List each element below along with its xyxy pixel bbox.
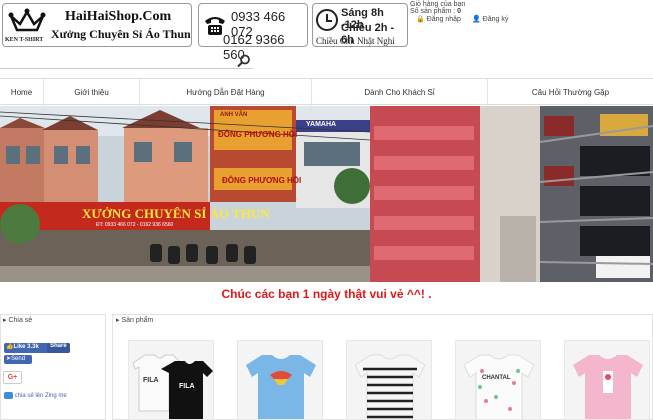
product-card-2[interactable] [237,340,323,420]
fb-share-label[interactable]: Share [47,343,70,353]
bullet-icon: ▸ [3,317,7,324]
products-heading: ▸ Sản phẩm [116,316,153,330]
clock-icon [316,9,338,31]
site-title: HaiHaiShop.Com [65,9,172,24]
send-icon: ➤ [6,356,12,362]
banner-sign-mid: ĐÔNG PHƯƠNG HỒI [222,176,302,185]
logo[interactable]: KEN T-SHIRT HaiHaiShop.Com Xưởng Chuyên … [2,3,192,47]
product-image-2 [246,355,316,419]
product-card-5[interactable] [564,340,650,420]
welcome-message: Chúc các bạn 1 ngày thật vui vẻ ^^! . [221,287,432,301]
nav-wholesale[interactable]: Dành Cho Khách Sỉ [312,79,488,106]
logo-subtitle: KEN T-SHIRT [5,37,44,43]
shop-storefront-photo [0,106,653,282]
send-label: Send [11,356,26,362]
share-heading: ▸ Chia sẻ [3,316,32,330]
facebook-like-button[interactable]: 👍Like 3.3k Share [4,343,70,353]
banner-sign-top2: ĐÔNG PHƯƠNG HỒI [218,130,298,139]
nav-home[interactable]: Home [0,79,44,106]
product-card-1[interactable]: FILA FILA [128,340,214,420]
user-icon: 👤 [472,16,481,23]
product-print-1: FILA [143,377,159,384]
nav-order-guide[interactable]: Hướng Dẫn Đặt Hàng [140,79,312,106]
product-print-4: CHANTAL [482,375,511,381]
cart-count-label: Số sản phẩm : [410,8,458,15]
zing-icon [4,392,13,399]
banner-sign-top1: ANH VÂN [220,112,248,118]
bullet-icon: ▸ [116,317,120,324]
fb-like-label: Like 3.3k [13,344,39,350]
products-title: Sản phẩm [121,317,154,324]
zing-share-link[interactable]: chia sẻ lên Zing me [4,392,67,399]
site-tagline: Xưởng Chuyên Sỉ Áo Thun [51,27,191,41]
nav-about[interactable]: Giới thiệu [44,79,140,106]
product-print-1b: FILA [179,383,195,390]
banner-sign-main: XƯỞNG CHUYÊN SỈ ÁO THUN [82,206,270,221]
nav-faq[interactable]: Câu Hỏi Thường Gặp [488,79,653,106]
login-link[interactable]: 🔒 Đăng nhập [416,15,461,23]
banner-sign-phone: ĐT: 0933 466 072 - 0162 936 6560 [96,222,174,228]
google-plus-button[interactable]: G+ [3,371,22,384]
register-label: Đăng ký [482,16,509,23]
hours-note: Chiều Chủ Nhật Nghỉ [316,36,395,46]
search-icon[interactable] [237,54,251,68]
zing-label: chia sẻ lên Zing me [14,393,67,400]
register-link[interactable]: 👤 Đăng ký [472,15,508,23]
cart-label[interactable]: Giỏ hàng của bạn [410,1,465,8]
product-image-1 [132,354,213,419]
login-icon: 🔒 [416,16,425,23]
banner-image[interactable]: ANH VÂN ĐÔNG PHƯƠNG HỒI ĐÔNG PHƯƠNG HỒI … [0,106,653,282]
product-image-5 [573,355,643,419]
phone-box: 0933 466 072 0162 9366 560 [198,3,308,62]
cart-count: Số sản phẩm : 0 [410,8,461,15]
share-title: Chia sẻ [8,317,33,324]
login-label: Đăng nhập [426,16,461,23]
search-input[interactable] [0,51,253,69]
opening-hours-box: Sáng 8h -12h Chiều 2h - 6h Chiều Chủ Nhậ… [312,3,408,47]
banner-sign-yamaha: YAMAHA [306,121,337,128]
product-image-3 [354,354,426,419]
product-card-4[interactable]: CHANTAL [455,340,541,420]
facebook-send-button[interactable]: ➤Send [4,355,32,364]
cart-count-value: 0 [457,8,461,15]
main-nav: Home Giới thiệu Hướng Dẫn Đặt Hàng Dành … [0,78,653,106]
product-card-3[interactable] [346,340,432,420]
